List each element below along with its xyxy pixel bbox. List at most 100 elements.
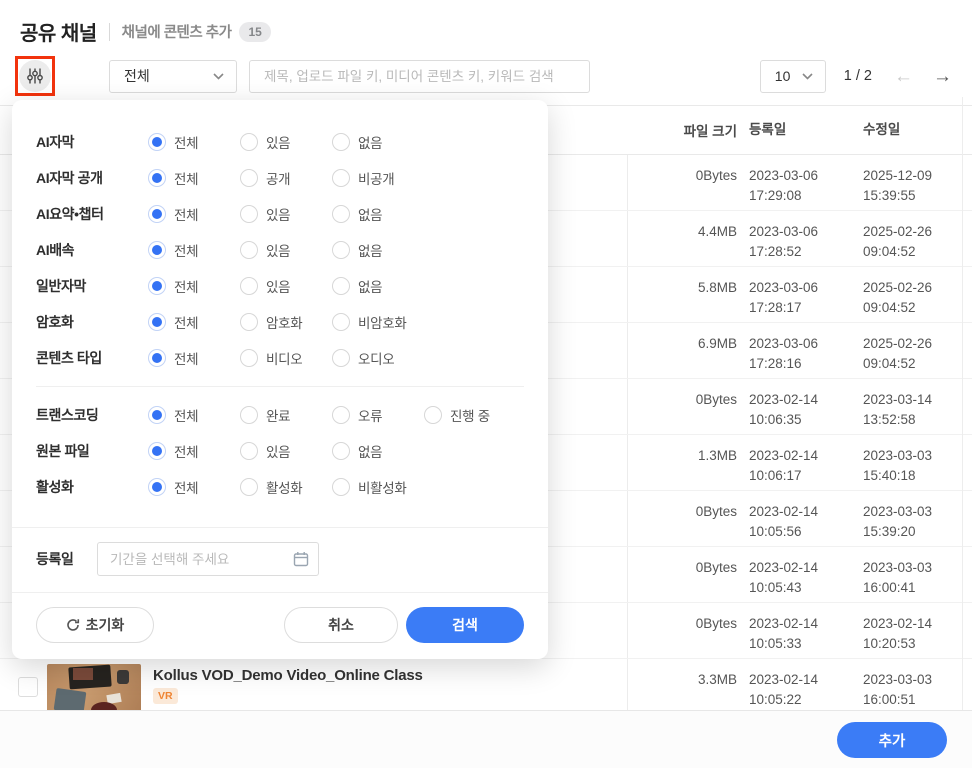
radio-option[interactable]: 전체 — [148, 168, 240, 188]
content-right-edge — [962, 97, 963, 710]
radio-icon[interactable] — [148, 133, 166, 151]
radio-icon[interactable] — [332, 313, 350, 331]
filter-group-original-file: 원본 파일 전체 있음 없음 — [12, 433, 548, 469]
filter-button[interactable] — [19, 60, 51, 92]
radio-option[interactable]: 전체 — [148, 348, 240, 368]
radio-option[interactable]: 전체 — [148, 132, 240, 152]
page-size-value: 10 — [775, 68, 791, 84]
radio-icon[interactable] — [148, 205, 166, 223]
reset-button[interactable]: 초기화 — [36, 607, 154, 643]
radio-icon[interactable] — [240, 442, 258, 460]
file-size-cell: 0Bytes — [627, 379, 737, 434]
radio-option[interactable]: 비디오 — [240, 348, 332, 368]
category-select[interactable]: 전체 — [109, 60, 237, 93]
radio-option[interactable]: 전체 — [148, 405, 240, 425]
calendar-icon[interactable] — [293, 551, 309, 567]
radio-icon[interactable] — [332, 241, 350, 259]
radio-icon[interactable] — [148, 349, 166, 367]
file-size-cell: 0Bytes — [627, 491, 737, 546]
search-input[interactable] — [249, 60, 590, 93]
radio-option[interactable]: 전체 — [148, 312, 240, 332]
file-size-cell: 1.3MB — [627, 435, 737, 490]
radio-icon[interactable] — [148, 313, 166, 331]
filter-group-ai-caption: AI자막 전체 있음 없음 — [12, 124, 548, 160]
radio-option[interactable]: 오디오 — [332, 348, 424, 368]
radio-icon[interactable] — [148, 442, 166, 460]
cancel-button[interactable]: 취소 — [284, 607, 398, 643]
radio-option[interactable]: 있음 — [240, 204, 332, 224]
radio-icon[interactable] — [332, 133, 350, 151]
radio-option[interactable]: 없음 — [332, 441, 424, 461]
radio-icon[interactable] — [240, 478, 258, 496]
radio-option[interactable]: 있음 — [240, 240, 332, 260]
radio-icon[interactable] — [332, 169, 350, 187]
radio-icon[interactable] — [148, 169, 166, 187]
radio-option[interactable]: 전체 — [148, 240, 240, 260]
radio-option[interactable]: 비활성화 — [332, 477, 424, 497]
radio-icon[interactable] — [240, 133, 258, 151]
panel-divider — [36, 386, 524, 387]
search-button[interactable]: 검색 — [406, 607, 524, 643]
radio-icon[interactable] — [240, 241, 258, 259]
filter-group-activation: 활성화 전체 활성화 비활성화 — [12, 469, 548, 505]
radio-icon[interactable] — [148, 241, 166, 259]
radio-option[interactable]: 없음 — [332, 204, 424, 224]
radio-icon[interactable] — [148, 406, 166, 424]
radio-option[interactable]: 비암호화 — [332, 312, 424, 332]
radio-icon[interactable] — [148, 277, 166, 295]
next-page-arrow-icon[interactable]: → — [933, 67, 952, 86]
chevron-down-icon — [213, 73, 224, 80]
radio-option[interactable]: 없음 — [332, 240, 424, 260]
radio-option[interactable]: 완료 — [240, 405, 332, 425]
radio-option[interactable]: 전체 — [148, 204, 240, 224]
col-header-created: 등록일 — [749, 120, 853, 140]
prev-page-arrow-icon[interactable]: ← — [894, 67, 913, 86]
radio-icon[interactable] — [240, 169, 258, 187]
row-checkbox[interactable] — [18, 677, 38, 697]
page-title: 공유 채널 — [20, 17, 97, 46]
radio-icon[interactable] — [148, 478, 166, 496]
radio-icon[interactable] — [332, 349, 350, 367]
radio-icon[interactable] — [332, 478, 350, 496]
date-range-input[interactable] — [97, 542, 319, 576]
radio-option[interactable]: 오류 — [332, 405, 424, 425]
filter-group-encryption: 암호화 전체 암호화 비암호화 — [12, 304, 548, 340]
radio-icon[interactable] — [332, 205, 350, 223]
radio-icon[interactable] — [240, 349, 258, 367]
table-row[interactable]: Kollus VOD_Demo Video_Online Class VR 3.… — [0, 659, 972, 715]
shared-channel-page: 공유 채널 채널에 콘텐츠 추가 15 전체 10 1 — [0, 0, 972, 768]
page-size-select[interactable]: 10 — [760, 60, 826, 93]
filter-group-ai-speed: AI배속 전체 있음 없음 — [12, 232, 548, 268]
radio-option[interactable]: 전체 — [148, 477, 240, 497]
page-header: 공유 채널 채널에 콘텐츠 추가 15 — [0, 0, 972, 59]
radio-option[interactable]: 비공개 — [332, 168, 424, 188]
radio-option[interactable]: 암호화 — [240, 312, 332, 332]
radio-option[interactable]: 없음 — [332, 276, 424, 296]
title-divider — [109, 23, 110, 41]
refresh-icon — [66, 618, 80, 632]
radio-option[interactable]: 진행 중 — [424, 405, 516, 425]
radio-icon[interactable] — [240, 277, 258, 295]
radio-icon[interactable] — [424, 406, 442, 424]
radio-option[interactable]: 공개 — [240, 168, 332, 188]
radio-option[interactable]: 전체 — [148, 441, 240, 461]
radio-icon[interactable] — [332, 277, 350, 295]
radio-icon[interactable] — [240, 406, 258, 424]
file-size-cell: 4.4MB — [627, 211, 737, 266]
add-button[interactable]: 추가 — [837, 722, 947, 758]
radio-option[interactable]: 전체 — [148, 276, 240, 296]
radio-option[interactable]: 있음 — [240, 132, 332, 152]
video-thumbnail[interactable] — [47, 664, 141, 716]
radio-option[interactable]: 있음 — [240, 276, 332, 296]
radio-icon[interactable] — [332, 442, 350, 460]
filter-group-content-type: 콘텐츠 타입 전체 비디오 오디오 — [12, 340, 548, 376]
radio-icon[interactable] — [240, 313, 258, 331]
panel-footer: 초기화 취소 검색 — [12, 592, 548, 659]
radio-option[interactable]: 없음 — [332, 132, 424, 152]
radio-option[interactable]: 있음 — [240, 441, 332, 461]
radio-icon[interactable] — [332, 406, 350, 424]
radio-icon[interactable] — [240, 205, 258, 223]
radio-option[interactable]: 활성화 — [240, 477, 332, 497]
item-count-badge: 15 — [239, 22, 270, 42]
col-header-modified: 수정일 — [863, 120, 960, 140]
